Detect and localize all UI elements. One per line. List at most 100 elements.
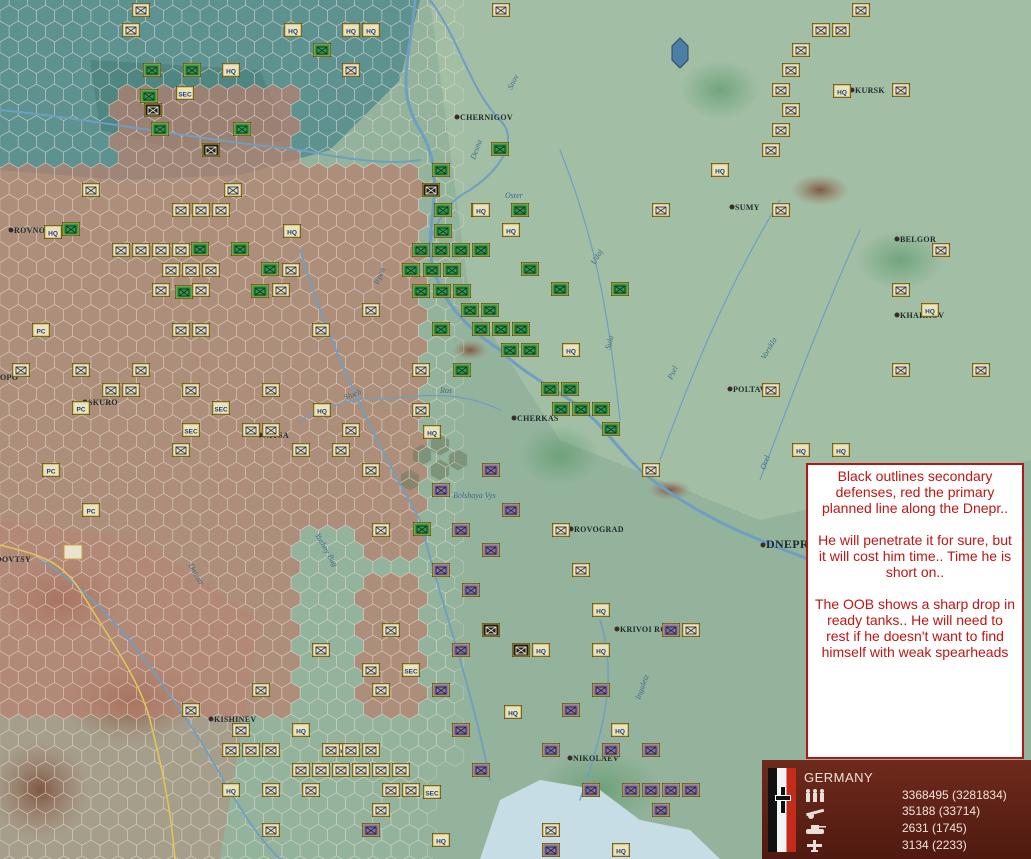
infantry-counter[interactable] [461,303,479,317]
infantry-counter[interactable] [521,262,539,276]
axis-counter[interactable] [482,463,500,477]
infantry-counter[interactable] [423,263,441,277]
mech-counter[interactable] [144,103,162,117]
pc-counter[interactable]: PC [82,503,100,517]
german-counter[interactable] [172,443,190,457]
german-counter[interactable] [362,303,380,317]
hq-counter[interactable]: HQ [792,443,810,457]
german-counter[interactable] [292,763,310,777]
german-counter[interactable] [12,363,30,377]
german-counter[interactable] [262,823,280,837]
infantry-counter[interactable] [175,285,193,299]
german-counter[interactable] [132,363,150,377]
pc-counter[interactable]: PC [32,323,50,337]
hq-counter[interactable]: HQ [832,443,850,457]
fortification-counter[interactable] [63,544,83,560]
german-counter[interactable] [292,443,310,457]
infantry-counter[interactable] [433,284,451,298]
infantry-counter[interactable] [592,402,610,416]
infantry-counter[interactable] [251,284,269,298]
infantry-counter[interactable] [541,382,559,396]
infantry-counter[interactable] [561,382,579,396]
german-counter[interactable] [852,3,870,17]
german-counter[interactable] [172,323,190,337]
german-counter[interactable] [972,363,990,377]
german-counter[interactable] [112,243,130,257]
german-counter[interactable] [132,3,150,17]
hq-counter[interactable]: HQ [313,403,331,417]
axis-counter[interactable] [432,483,450,497]
german-counter[interactable] [412,403,430,417]
pc-counter[interactable]: PC [42,463,60,477]
infantry-counter[interactable] [432,163,450,177]
german-counter[interactable] [372,763,390,777]
hq-counter[interactable]: HQ [44,225,62,239]
hq-counter[interactable]: HQ [222,63,240,77]
german-counter[interactable] [192,203,210,217]
axis-counter[interactable] [452,523,470,537]
german-counter[interactable] [222,743,240,757]
hq-counter[interactable]: HQ [423,425,441,439]
infantry-counter[interactable] [472,322,490,336]
sec-counter[interactable]: SEC [176,86,194,100]
german-counter[interactable] [202,263,220,277]
hq-counter[interactable]: HQ [283,224,301,238]
infantry-counter[interactable] [512,322,530,336]
german-counter[interactable] [772,123,790,137]
infantry-counter[interactable] [521,343,539,357]
german-counter[interactable] [932,243,950,257]
infantry-counter[interactable] [261,262,279,276]
infantry-counter[interactable] [313,43,331,57]
german-counter[interactable] [792,43,810,57]
hq-counter[interactable]: HQ [833,84,851,98]
german-counter[interactable] [182,703,200,717]
german-counter[interactable] [152,243,170,257]
german-counter[interactable] [412,363,430,377]
axis-counter[interactable] [602,743,620,757]
german-counter[interactable] [302,783,320,797]
axis-counter[interactable] [562,703,580,717]
hq-counter[interactable]: HQ [532,643,550,657]
infantry-counter[interactable] [402,263,420,277]
infantry-counter[interactable] [412,243,430,257]
german-counter[interactable] [192,283,210,297]
axis-counter[interactable] [362,823,380,837]
german-counter[interactable] [492,3,510,17]
german-counter[interactable] [892,283,910,297]
german-counter[interactable] [342,423,360,437]
german-counter[interactable] [892,363,910,377]
german-counter[interactable] [572,563,590,577]
axis-counter[interactable] [582,783,600,797]
axis-counter[interactable] [542,843,560,857]
mech-counter[interactable] [482,623,500,637]
hq-counter[interactable]: HQ [592,603,610,617]
german-counter[interactable] [642,463,660,477]
axis-counter[interactable] [642,783,660,797]
german-counter[interactable] [832,23,850,37]
axis-counter[interactable] [502,503,520,517]
sec-counter[interactable]: SEC [212,401,230,415]
infantry-counter[interactable] [191,242,209,256]
infantry-counter[interactable] [572,402,590,416]
axis-counter[interactable] [462,583,480,597]
infantry-counter[interactable] [412,284,430,298]
german-counter[interactable] [372,683,390,697]
german-counter[interactable] [372,523,390,537]
german-counter[interactable] [172,243,190,257]
german-counter[interactable] [382,623,400,637]
infantry-counter[interactable] [183,63,201,77]
infantry-counter[interactable] [434,203,452,217]
german-counter[interactable] [362,463,380,477]
german-counter[interactable] [312,643,330,657]
hq-counter[interactable]: HQ [362,23,380,37]
hq-counter[interactable]: HQ [504,705,522,719]
german-counter[interactable] [212,203,230,217]
german-counter[interactable] [242,423,260,437]
german-counter[interactable] [392,763,410,777]
infantry-counter[interactable] [413,522,431,536]
infantry-counter[interactable] [492,322,510,336]
infantry-counter[interactable] [472,243,490,257]
axis-counter[interactable] [642,743,660,757]
axis-counter[interactable] [592,683,610,697]
axis-counter[interactable] [472,763,490,777]
